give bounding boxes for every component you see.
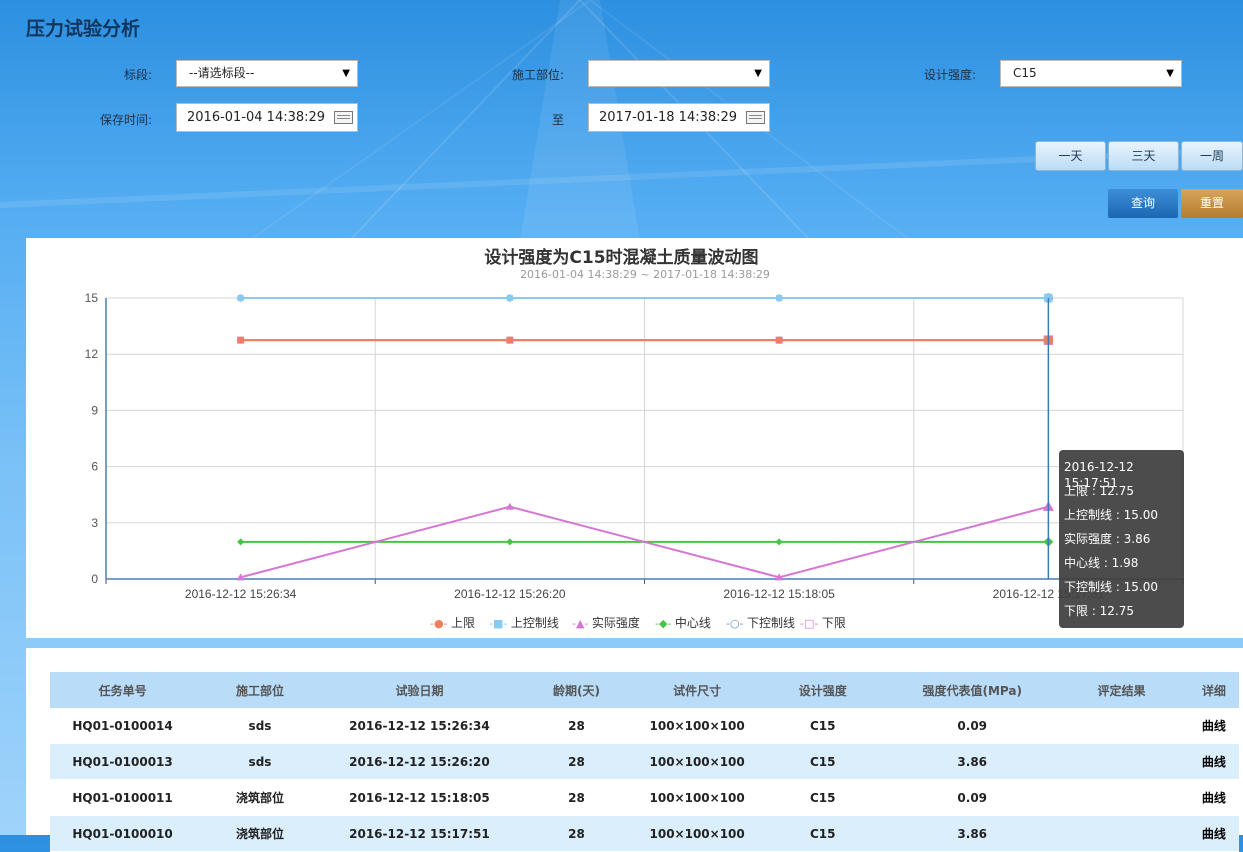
y-tick-label: 9 — [91, 403, 98, 417]
data-point — [776, 295, 783, 301]
tooltip-header: 2016-12-12 15:17:51 — [1064, 460, 1134, 490]
data-point — [775, 336, 783, 344]
cell-age: 28 — [514, 779, 639, 816]
legend-marker-icon: -◆- — [655, 617, 675, 630]
legend-marker-icon: -●- — [430, 617, 452, 630]
tooltip-line: 实际强度 : 3.86 — [1064, 532, 1151, 546]
y-tick-label: 12 — [85, 347, 99, 361]
y-tick-label: 6 — [91, 460, 98, 474]
cell-age: 28 — [514, 708, 639, 744]
cell-age: 28 — [514, 815, 639, 852]
cell-strength: C15 — [755, 779, 891, 816]
legend-label: 中心线 — [674, 616, 711, 630]
legend-marker-icon: -□- — [800, 617, 822, 630]
table-header-row: 任务单号 施工部位 试验日期 龄期(天) 试件尺寸 设计强度 强度代表值(MPa… — [50, 672, 1239, 708]
cell-value: 0.09 — [890, 708, 1055, 744]
legend-item[interactable]: -□- 下限 — [800, 614, 846, 631]
tooltip-line: 下限 : 12.75 — [1064, 604, 1135, 618]
column-header: 任务单号 — [50, 672, 196, 708]
legend-label: 上控制线 — [510, 616, 559, 630]
cell-date: 2016-12-12 15:18:05 — [324, 779, 515, 816]
x-tick-label: 2016-12-12 15:18:05 — [723, 587, 835, 601]
table-row: HQ01-0100011 浇筑部位 2016-12-12 15:18:05 28… — [50, 779, 1239, 816]
legend-item[interactable]: -◆- 中心线 — [655, 614, 711, 631]
cell-task-no: HQ01-0100010 — [50, 815, 196, 852]
column-header: 试件尺寸 — [638, 672, 756, 708]
curve-link[interactable]: 曲线 — [1188, 708, 1239, 744]
column-header: 详细 — [1188, 672, 1239, 708]
cell-size: 100×100×100 — [638, 779, 756, 816]
column-header: 设计强度 — [755, 672, 891, 708]
cell-result — [1054, 708, 1189, 744]
y-tick-label: 15 — [85, 291, 99, 305]
column-header: 评定结果 — [1054, 672, 1189, 708]
x-tick-label: 2016-12-12 15:26:20 — [454, 587, 566, 601]
legend-label: 实际强度 — [591, 616, 640, 630]
x-tick-label: 2016-12-12 15:26:34 — [185, 587, 297, 601]
cell-strength: C15 — [755, 815, 891, 852]
tooltip-line: 上限 : 12.75 — [1064, 484, 1135, 498]
legend-item[interactable]: -■- 上控制线 — [489, 614, 559, 631]
legend-label: 下控制线 — [747, 616, 796, 630]
curve-link[interactable]: 曲线 — [1188, 815, 1239, 852]
cell-part: sds — [195, 743, 325, 780]
cell-date: 2016-12-12 15:26:20 — [324, 743, 515, 780]
tooltip-line: 中心线 : 1.98 — [1064, 556, 1139, 570]
cell-strength: C15 — [755, 743, 891, 780]
cell-value: 3.86 — [890, 815, 1055, 852]
y-tick-label: 0 — [91, 572, 98, 586]
legend-item[interactable]: -●- 上限 — [430, 614, 475, 631]
legend-label: 下限 — [821, 616, 846, 630]
curve-link[interactable]: 曲线 — [1188, 779, 1239, 816]
data-point — [506, 538, 514, 546]
results-table: 任务单号 施工部位 试验日期 龄期(天) 试件尺寸 设计强度 强度代表值(MPa… — [50, 672, 1239, 852]
data-point — [775, 538, 783, 546]
column-header: 龄期(天) — [514, 672, 639, 708]
cell-date: 2016-12-12 15:17:51 — [324, 815, 515, 852]
legend-marker-icon: -■- — [489, 617, 511, 630]
chart-tooltip: 2016-12-12 15:17:51 上限 : 12.75 上控制线 : 15… — [1059, 450, 1184, 628]
cell-task-no: HQ01-0100013 — [50, 743, 196, 780]
table-row: HQ01-0100013 sds 2016-12-12 15:26:20 28 … — [50, 743, 1239, 780]
cell-size: 100×100×100 — [638, 708, 756, 744]
legend-marker-icon: -○- — [726, 617, 748, 630]
cell-age: 28 — [514, 743, 639, 780]
cell-task-no: HQ01-0100011 — [50, 779, 196, 816]
column-header: 强度代表值(MPa) — [890, 672, 1055, 708]
cell-value: 0.09 — [890, 779, 1055, 816]
cell-strength: C15 — [755, 708, 891, 744]
cell-size: 100×100×100 — [638, 743, 756, 780]
column-header: 施工部位 — [195, 672, 325, 708]
line-chart: 0 3 6 9 12 15 2016-12-12 15:26:34 2016-12-12 15… — [85, 291, 1184, 601]
table-row: HQ01-0100014 sds 2016-12-12 15:26:34 28 … — [50, 708, 1239, 744]
legend-marker-icon: -▲- — [572, 617, 592, 630]
cell-result — [1054, 779, 1189, 816]
cell-part: 浇筑部位 — [195, 815, 325, 852]
cell-date: 2016-12-12 15:26:34 — [324, 708, 515, 744]
data-point — [237, 336, 245, 344]
cell-result — [1054, 743, 1189, 780]
data-point — [506, 295, 513, 301]
data-point — [505, 502, 514, 510]
data-point — [506, 336, 514, 344]
column-header: 试验日期 — [324, 672, 515, 708]
table-row: HQ01-0100010 浇筑部位 2016-12-12 15:17:51 28… — [50, 815, 1239, 852]
data-point — [237, 295, 244, 301]
cell-result — [1054, 815, 1189, 852]
cell-size: 100×100×100 — [638, 815, 756, 852]
tooltip-line: 上控制线 : 15.00 — [1064, 508, 1159, 522]
curve-link[interactable]: 曲线 — [1188, 743, 1239, 780]
legend-item[interactable]: -▲- 实际强度 — [572, 614, 640, 631]
tooltip-line: 下控制线 : 15.00 — [1064, 580, 1159, 594]
legend-label: 上限 — [451, 616, 476, 630]
data-point — [237, 538, 245, 546]
cell-part: 浇筑部位 — [195, 779, 325, 816]
legend-item[interactable]: -○- 下控制线 — [726, 614, 795, 631]
cell-part: sds — [195, 708, 325, 744]
cell-task-no: HQ01-0100014 — [50, 708, 196, 744]
cell-value: 3.86 — [890, 743, 1055, 780]
y-tick-label: 3 — [91, 516, 98, 530]
